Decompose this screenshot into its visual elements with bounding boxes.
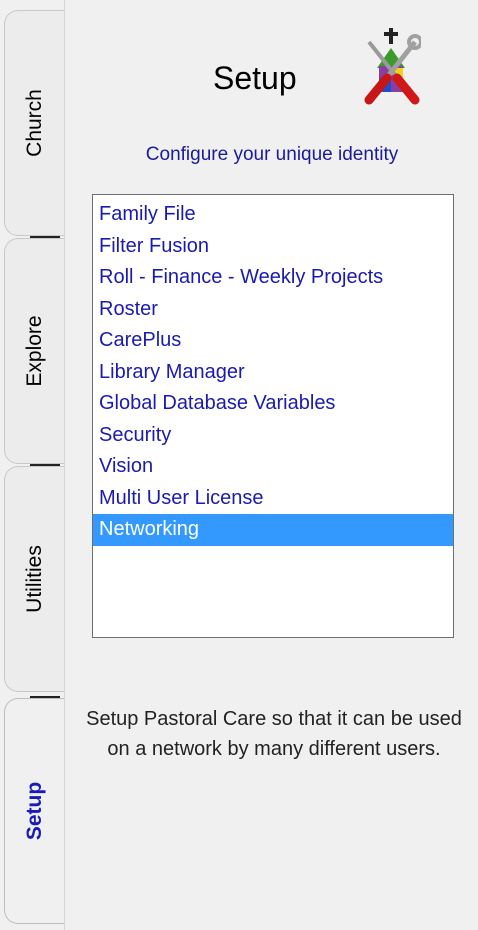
tab-setup[interactable]: Setup (4, 698, 64, 924)
list-item[interactable]: Library Manager (93, 357, 453, 389)
list-item[interactable]: Security (93, 420, 453, 452)
list-item[interactable]: Global Database Variables (93, 388, 453, 420)
list-item[interactable]: Networking (93, 514, 453, 546)
list-item[interactable]: Filter Fusion (93, 231, 453, 263)
tab-church[interactable]: Church (4, 10, 64, 236)
tab-setup-label: Setup (22, 781, 46, 841)
list-item[interactable]: Multi User License (93, 483, 453, 515)
list-item[interactable]: Roster (93, 294, 453, 326)
tab-strip: Church Explore Utilities Setup (0, 0, 66, 930)
subtitle: Configure your unique identity (145, 144, 399, 165)
tab-explore-label: Explore (22, 315, 46, 387)
setup-options-list[interactable]: Family File Filter Fusion Roll - Finance -… (92, 194, 454, 638)
tab-church-label: Church (22, 89, 46, 157)
tools-icon (364, 28, 421, 105)
list-item[interactable]: CarePlus (93, 325, 453, 357)
page-title: Setup (213, 60, 297, 96)
tab-utilities-label: Utilities (22, 545, 46, 613)
selected-item-description: Setup Pastoral Care so that it can be us… (86, 708, 462, 760)
list-item[interactable]: Roll - Finance - Weekly Projects (93, 262, 453, 294)
tab-utilities[interactable]: Utilities (4, 466, 64, 692)
list-item[interactable]: Vision (93, 451, 453, 483)
setup-window: Church Explore Utilities Setup Setup Con… (0, 0, 478, 930)
setup-panel: Setup Configure your unique identity Fam… (64, 0, 478, 930)
tab-explore[interactable]: Explore (4, 238, 64, 464)
list-item[interactable]: Family File (93, 199, 453, 231)
